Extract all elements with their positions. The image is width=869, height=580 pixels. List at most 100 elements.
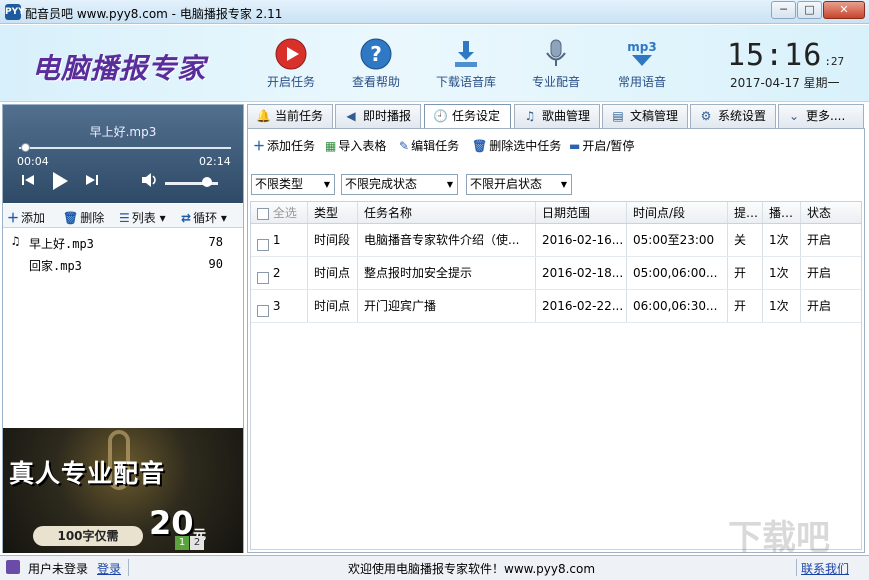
type-filter-select[interactable]: 不限类型 ▼: [251, 174, 335, 195]
cell-play: 1次: [763, 224, 801, 256]
tab-task-settings[interactable]: 🕘 任务设定: [424, 104, 511, 129]
ad-page-2[interactable]: 2: [190, 536, 204, 550]
tab-system-settings[interactable]: ⚙ 系统设置: [690, 104, 776, 128]
edit-task-button[interactable]: ✎ 编辑任务: [399, 137, 459, 154]
row-number: 2: [272, 266, 281, 280]
column-header[interactable]: 提…: [728, 202, 763, 223]
cell-name: 整点报时加安全提示: [358, 257, 536, 289]
login-link[interactable]: 登录: [97, 560, 121, 577]
pro-voice-button[interactable]: 专业配音: [511, 37, 601, 90]
clock-icon: 🕘: [433, 109, 448, 123]
playlist-add-button[interactable]: ＋添加: [7, 209, 45, 226]
tab-label: 系统设置: [718, 109, 767, 123]
tab-more[interactable]: ⌄ 更多....: [778, 104, 864, 128]
cell-type: 时间点: [308, 257, 358, 289]
column-header[interactable]: 类型: [308, 202, 358, 223]
row-select[interactable]: 3: [251, 290, 308, 322]
clock-time: 15:16: [727, 38, 823, 73]
column-header[interactable]: 时间点/段: [627, 202, 728, 223]
playlist-delete-button[interactable]: 🗑 删除: [63, 209, 104, 226]
status-divider: [796, 559, 797, 576]
row-checkbox[interactable]: [257, 271, 269, 284]
delete-selected-label: 删除选中任务: [489, 139, 562, 153]
playlist-item[interactable]: ♫ 早上好.mp3 78: [3, 231, 243, 253]
play-icon[interactable]: [51, 171, 69, 195]
chevron-down-icon: ▼: [446, 180, 453, 189]
enable-filter-select[interactable]: 不限开启状态 ▼: [466, 174, 572, 195]
clock: 15:16:27: [727, 38, 844, 73]
row-select[interactable]: 1: [251, 224, 308, 256]
plus-icon: ＋: [7, 211, 20, 225]
playlist-list-button[interactable]: ☰ 列表 ▾: [119, 209, 166, 226]
row-select[interactable]: 2: [251, 257, 308, 289]
cell-remind: 开: [728, 290, 763, 322]
close-button[interactable]: ✕: [823, 1, 865, 19]
select-all-checkbox[interactable]: [257, 207, 269, 220]
user-icon: [6, 560, 20, 574]
delete-selected-button[interactable]: 🗑 删除选中任务: [472, 137, 561, 154]
cell-remind: 开: [728, 257, 763, 289]
list-icon: ☰: [119, 211, 130, 225]
ad-banner[interactable]: 真人专业配音 100字仅需 20 元 1 2: [3, 428, 243, 553]
edit-task-label: 编辑任务: [411, 139, 460, 153]
excel-icon: ▦: [325, 139, 337, 153]
next-icon[interactable]: [85, 173, 99, 191]
playlist-toolbar: ＋添加 🗑 删除 ☰ 列表 ▾ ⇄ 循环 ▾: [3, 204, 243, 228]
app-icon: PYY: [5, 4, 25, 20]
maximize-button[interactable]: □: [797, 1, 822, 19]
table-row[interactable]: 1 时间段 电脑播音专家软件介绍（使... 2016-02-16... 05:0…: [251, 224, 861, 257]
column-header[interactable]: 任务名称: [358, 202, 536, 223]
add-task-button[interactable]: ＋添加任务: [253, 137, 315, 154]
trash-icon: 🗑: [472, 139, 488, 153]
ad-page-1[interactable]: 1: [175, 536, 189, 550]
progress-knob[interactable]: [21, 143, 31, 152]
select-all-header[interactable]: 全选: [251, 202, 308, 223]
column-header[interactable]: 播…: [763, 202, 801, 223]
contact-link[interactable]: 联系我们: [801, 560, 849, 577]
tab-label: 当前任务: [275, 109, 324, 123]
minimize-button[interactable]: ─: [771, 1, 796, 19]
table-header: 全选 类型 任务名称 日期范围 时间点/段 提… 播… 状态: [251, 202, 861, 224]
complete-filter-select[interactable]: 不限完成状态 ▼: [341, 174, 458, 195]
chevron-down-icon: ▼: [323, 180, 330, 189]
row-checkbox[interactable]: [257, 238, 269, 251]
tab-instant-broadcast[interactable]: ◀ 即时播报: [335, 104, 421, 128]
ad-headline: 真人专业配音: [9, 459, 166, 488]
download-voice-label: 下载语音库: [435, 75, 496, 89]
volume-knob[interactable]: [202, 177, 213, 187]
table-row[interactable]: 3 时间点 开门迎宾广播 2016-02-22... 06:00,06:30..…: [251, 290, 861, 323]
tab-document-management[interactable]: ▤ 文稿管理: [602, 104, 688, 128]
tab-song-management[interactable]: ♫ 歌曲管理: [514, 104, 600, 128]
previous-icon[interactable]: [21, 173, 35, 191]
row-checkbox[interactable]: [257, 304, 269, 317]
progress-bar[interactable]: [19, 147, 231, 149]
chevron-down-icon: ⌄: [788, 109, 800, 123]
column-header[interactable]: 状态: [801, 202, 861, 223]
playlist-item[interactable]: 回家.mp3 90: [3, 253, 243, 275]
loop-icon: ⇄: [181, 211, 192, 225]
row-number: 1: [272, 233, 281, 247]
play-red-icon: [274, 37, 308, 71]
help-button[interactable]: ? 查看帮助: [331, 37, 421, 90]
cell-status: 开启: [801, 257, 861, 289]
download-voice-button[interactable]: 下载语音库: [421, 37, 511, 90]
chevron-down-icon: ▼: [560, 180, 567, 189]
mp3-icon: mp3: [625, 37, 659, 71]
tab-current-task[interactable]: 🔔 当前任务: [247, 104, 333, 128]
microphone-icon: [539, 37, 573, 71]
svg-text:mp3: mp3: [627, 40, 656, 54]
table-row[interactable]: 2 时间点 整点报时加安全提示 2016-02-18... 05:00,06:0…: [251, 257, 861, 290]
playlist-item-name: 回家.mp3: [29, 259, 82, 273]
volume-icon[interactable]: [141, 173, 159, 191]
common-voice-button[interactable]: mp3 常用语音: [597, 37, 687, 90]
playlist-loop-button[interactable]: ⇄ 循环 ▾: [181, 209, 227, 226]
import-table-button[interactable]: ▦ 导入表格: [325, 137, 386, 154]
cell-status: 开启: [801, 290, 861, 322]
cell-play: 1次: [763, 290, 801, 322]
column-header[interactable]: 日期范围: [536, 202, 627, 223]
app-logo: 电脑播报专家: [32, 52, 207, 85]
start-task-button[interactable]: 开启任务: [246, 37, 336, 90]
cell-type: 时间点: [308, 290, 358, 322]
start-pause-button[interactable]: ▬ 开启/暂停: [569, 137, 634, 154]
add-task-label: 添加任务: [267, 139, 316, 153]
